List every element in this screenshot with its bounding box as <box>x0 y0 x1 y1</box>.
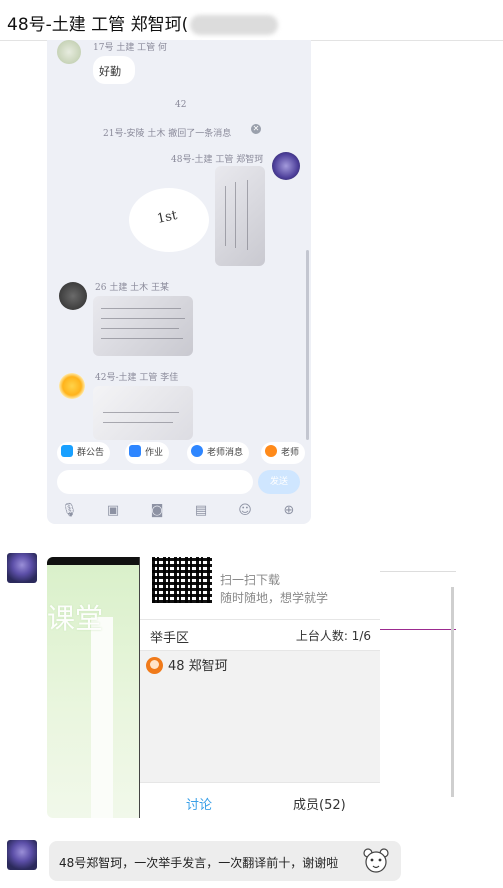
send-button[interactable]: 发送 <box>258 470 300 494</box>
panel-tabs: 讨论 成员(52) <box>140 782 381 818</box>
tab-discuss[interactable]: 讨论 <box>186 794 212 813</box>
input-toolbar: 🎙 ▣ ◙ ▤ ☺ ⊕ <box>47 500 311 524</box>
raise-hand-header: 举手区 上台人数: 1/6 <box>140 619 381 651</box>
photo-attachment[interactable] <box>215 166 265 266</box>
plus-icon[interactable]: ⊕ <box>281 503 297 519</box>
teacher-chip[interactable]: 老师 <box>261 442 306 464</box>
video-top-bar <box>47 557 139 565</box>
chip-label: 老师 <box>281 448 300 458</box>
homework-chip[interactable]: 作业 <box>125 442 170 464</box>
sticker-text: 1st <box>155 208 179 227</box>
message-bubble[interactable]: 48号郑智珂，一次举手发言，一次翻译前十，谢谢啦 <box>49 841 401 881</box>
divider <box>380 571 456 572</box>
quick-actions: 群公告 作业 老师消息 老师 <box>47 440 311 470</box>
image-icon[interactable]: ▣ <box>105 503 121 519</box>
stage-count: 上台人数: 1/6 <box>295 629 371 643</box>
video-area: 课堂 <box>47 557 139 818</box>
redacted-blur <box>190 15 279 35</box>
user-icon <box>265 445 277 457</box>
message-bubble: 好勤 <box>93 56 135 84</box>
tab-members[interactable]: 成员(52) <box>293 794 346 813</box>
camera-icon[interactable]: ◙ <box>149 503 165 519</box>
chat-title-bar: 48号-土建 工管 郑智珂( <box>0 0 503 41</box>
content-area <box>380 557 456 818</box>
sender-avatar[interactable] <box>7 553 37 583</box>
teacher-message-chip[interactable]: 老师消息 <box>187 442 250 464</box>
avatar <box>146 657 163 674</box>
qr-code <box>152 557 212 603</box>
classroom-watermark: 课堂 <box>47 602 104 635</box>
sender-name: 42号-土建 工管 李佳 <box>95 373 179 383</box>
sender-name: 26 土建 土木 王某 <box>95 283 170 293</box>
scrollbar[interactable] <box>306 250 309 440</box>
scrollbar[interactable] <box>451 587 454 797</box>
document-icon <box>129 445 141 457</box>
sender-name: 48号-土建 工管 郑智珂 <box>171 155 264 165</box>
message-text: 48号郑智珂，一次举手发言，一次翻译前十，谢谢啦 <box>59 856 339 870</box>
chip-label: 作业 <box>145 448 164 458</box>
microphone-icon[interactable]: 🎙 <box>61 503 78 519</box>
archive-icon[interactable]: ▤ <box>193 503 209 519</box>
photo-attachment[interactable] <box>93 386 193 440</box>
phone-screenshot-image[interactable]: 17号 土建 工管 何 好勤 42 21号-安陵 土木 撤回了一条消息 ✕ 48… <box>47 40 311 524</box>
emoji-icon[interactable]: ☺ <box>237 503 253 519</box>
recall-notice: 21号-安陵 土木 撤回了一条消息 <box>103 129 232 139</box>
close-icon[interactable]: ✕ <box>251 124 261 134</box>
video-stripe <box>91 617 113 818</box>
bear-emoji-icon <box>363 848 389 873</box>
sender-name: 17号 土建 工管 何 <box>93 43 168 53</box>
avatar <box>272 152 300 180</box>
sticker-bubble: 1st <box>129 188 209 252</box>
sender-avatar[interactable] <box>7 840 37 870</box>
message-text: 好勤 <box>99 65 121 78</box>
avatar <box>59 373 85 399</box>
message-input[interactable] <box>57 470 253 494</box>
side-panel: 扫一扫下载 随时随地，想学就学 举手区 上台人数: 1/6 48 郑智珂 讨论 … <box>139 557 381 818</box>
classroom-screenshot-image[interactable]: 课堂 扫一扫下载 随时随地，想学就学 举手区 上台人数: 1/6 48 郑智珂 … <box>47 557 456 818</box>
member-name: 48 郑智珂 <box>168 659 228 674</box>
chat-title: 48号-土建 工管 郑智珂( <box>7 10 279 35</box>
scan-text: 扫一扫下载 <box>220 573 281 587</box>
photo-attachment[interactable] <box>93 296 193 356</box>
divider <box>380 629 456 630</box>
announcement-chip[interactable]: 群公告 <box>57 442 111 464</box>
chat-icon <box>191 445 203 457</box>
scan-subtext: 随时随地，想学就学 <box>220 591 329 605</box>
chip-label: 群公告 <box>77 448 105 458</box>
raise-hand-title: 举手区 <box>150 631 190 646</box>
recall-number: 42 <box>175 100 187 110</box>
avatar <box>57 40 81 64</box>
chip-label: 老师消息 <box>207 448 244 458</box>
avatar <box>59 282 87 310</box>
list-item[interactable]: 48 郑智珂 <box>146 655 228 674</box>
download-banner: 扫一扫下载 随时随地，想学就学 <box>140 557 381 619</box>
megaphone-icon <box>61 445 73 457</box>
